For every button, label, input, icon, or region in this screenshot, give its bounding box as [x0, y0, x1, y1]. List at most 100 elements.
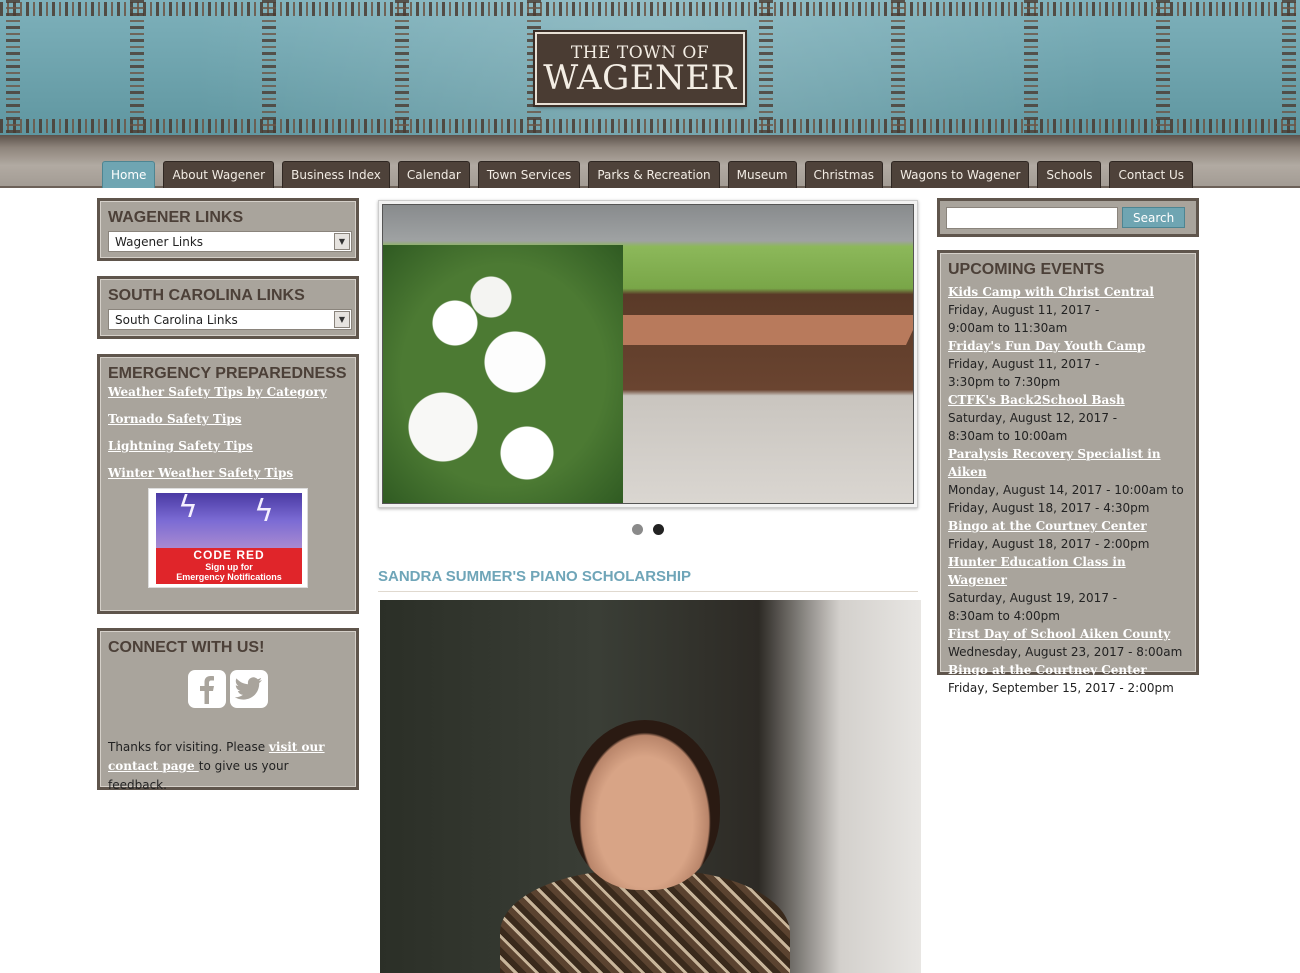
- header-ornament: [6, 0, 20, 135]
- lightning-image: ϟ ϟ: [156, 493, 302, 548]
- twitter-icon[interactable]: [230, 670, 268, 708]
- event-link[interactable]: Paralysis Recovery Specialist in Aiken: [948, 445, 1188, 481]
- code-red-label: CODE RED Sign up for Emergency Notificat…: [156, 548, 302, 584]
- sc-links-selected: South Carolina Links: [115, 312, 238, 327]
- code-red-sub1: Sign up for: [205, 562, 253, 572]
- nav-item-wagons[interactable]: Wagons to Wagener: [891, 161, 1030, 188]
- header-ornament: [395, 0, 409, 135]
- wagener-links-title: WAGENER LINKS: [108, 209, 244, 226]
- event-link[interactable]: Hunter Education Class in Wagener: [948, 553, 1188, 589]
- event-item: Kids Camp with Christ Central Friday, Au…: [948, 283, 1188, 337]
- image-slider[interactable]: [378, 200, 918, 508]
- event-date: Friday, August 11, 2017 -: [948, 303, 1100, 317]
- events-title: UPCOMING EVENTS: [948, 261, 1105, 278]
- social-links: [108, 670, 348, 708]
- event-date: Wednesday, August 23, 2017 - 8:00am: [948, 645, 1183, 659]
- event-link[interactable]: Bingo at the Courtney Center: [948, 661, 1188, 679]
- wagener-links-selected: Wagener Links: [115, 234, 204, 249]
- dropdown-arrow-icon[interactable]: ▼: [334, 311, 350, 328]
- article-title[interactable]: SANDRA SUMMER'S PIANO SCHOLARSHIP: [378, 568, 918, 592]
- emergency-box: EMERGENCY PREPAREDNESS Weather Safety Ti…: [97, 354, 359, 614]
- event-link[interactable]: First Day of School Aiken County: [948, 625, 1188, 643]
- emergency-link[interactable]: Weather Safety Tips by Category: [108, 384, 348, 401]
- event-link[interactable]: Bingo at the Courtney Center: [948, 517, 1188, 535]
- slider-dot-2[interactable]: [653, 524, 664, 535]
- sc-links-box: SOUTH CAROLINA LINKS South Carolina Link…: [97, 276, 359, 339]
- header-ornament: [262, 0, 276, 135]
- nav-item-home[interactable]: Home: [102, 161, 156, 188]
- event-date: Friday, August 18, 2017 - 2:00pm: [948, 537, 1150, 551]
- code-red-sub2: Emergency Notifications: [176, 572, 282, 582]
- wagener-links-select[interactable]: Wagener Links ▼: [108, 231, 352, 252]
- search-button[interactable]: Search: [1122, 207, 1186, 228]
- lightning-bolt-icon: ϟ: [254, 494, 274, 529]
- event-link[interactable]: Friday's Fun Day Youth Camp: [948, 337, 1188, 355]
- header-ornament: [1156, 0, 1170, 135]
- nav-item-museum[interactable]: Museum: [727, 161, 797, 188]
- event-link[interactable]: CTFK's Back2School Bash: [948, 391, 1188, 409]
- header-ornament: [1282, 0, 1296, 135]
- events-list: Kids Camp with Christ Central Friday, Au…: [948, 283, 1188, 697]
- header-ornament: [130, 0, 144, 135]
- search-input[interactable]: [946, 206, 1118, 229]
- connect-text: Thanks for visiting. Please visit our co…: [108, 738, 348, 795]
- event-link[interactable]: Kids Camp with Christ Central: [948, 283, 1188, 301]
- header-ornament: [0, 119, 1300, 133]
- event-time: 8:30am to 10:00am: [948, 429, 1068, 443]
- logo-main-text: WAGENER: [543, 58, 737, 98]
- nav-item-town-services[interactable]: Town Services: [477, 161, 581, 188]
- emergency-links: Weather Safety Tips by Category Tornado …: [108, 384, 348, 482]
- event-item: First Day of School Aiken County Wednesd…: [948, 625, 1188, 661]
- sc-links-select[interactable]: South Carolina Links ▼: [108, 309, 352, 330]
- event-item: Bingo at the Courtney Center Friday, Sep…: [948, 661, 1188, 697]
- facebook-icon[interactable]: [188, 670, 226, 708]
- site-logo[interactable]: THE TOWN OF WAGENER: [533, 30, 747, 107]
- lightning-bolt-icon: ϟ: [178, 493, 198, 525]
- nav-item-about[interactable]: About Wagener: [163, 161, 275, 188]
- connect-title: CONNECT WITH US!: [108, 639, 265, 656]
- nav-item-parks-recreation[interactable]: Parks & Recreation: [588, 161, 720, 188]
- code-red-banner[interactable]: ϟ ϟ CODE RED Sign up for Emergency Notif…: [148, 488, 308, 588]
- photo-face: [570, 720, 720, 890]
- event-date: Friday, August 11, 2017 -: [948, 357, 1100, 371]
- emergency-title: EMERGENCY PREPAREDNESS: [108, 365, 347, 382]
- header-ornament: [0, 2, 1300, 16]
- wagener-links-box: WAGENER LINKS Wagener Links ▼: [97, 198, 359, 261]
- nav-item-calendar[interactable]: Calendar: [397, 161, 470, 188]
- event-date: Friday, September 15, 2017 - 2:00pm: [948, 681, 1174, 695]
- slider-dot-1[interactable]: [632, 524, 643, 535]
- search-box: Search: [937, 198, 1199, 237]
- slider-dots: [632, 524, 664, 535]
- article-photo: [380, 600, 921, 973]
- nav-item-christmas[interactable]: Christmas: [804, 161, 884, 188]
- sc-links-title: SOUTH CAROLINA LINKS: [108, 287, 305, 304]
- event-item: Friday's Fun Day Youth Camp Friday, Augu…: [948, 337, 1188, 391]
- event-time: 3:30pm to 7:30pm: [948, 375, 1061, 389]
- event-time: 9:00am to 11:30am: [948, 321, 1068, 335]
- event-date: Saturday, August 19, 2017 -: [948, 591, 1118, 605]
- nav-item-contact[interactable]: Contact Us: [1109, 161, 1194, 188]
- event-time: 8:30am to 4:00pm: [948, 609, 1060, 623]
- event-item: Paralysis Recovery Specialist in Aiken M…: [948, 445, 1188, 517]
- event-item: Bingo at the Courtney Center Friday, Aug…: [948, 517, 1188, 553]
- emergency-link[interactable]: Winter Weather Safety Tips: [108, 465, 348, 482]
- event-item: CTFK's Back2School Bash Saturday, August…: [948, 391, 1188, 445]
- slide-flowers: [383, 245, 623, 503]
- code-red-title: CODE RED: [193, 548, 265, 562]
- event-date: Saturday, August 12, 2017 -: [948, 411, 1118, 425]
- site-header: THE TOWN OF WAGENER: [0, 0, 1300, 135]
- header-ornament: [759, 0, 773, 135]
- event-date: Monday, August 14, 2017 - 10:00am to: [948, 483, 1184, 497]
- emergency-link[interactable]: Tornado Safety Tips: [108, 411, 348, 428]
- nav-item-business-index[interactable]: Business Index: [282, 161, 390, 188]
- event-item: Hunter Education Class in Wagener Saturd…: [948, 553, 1188, 625]
- main-nav: Home About Wagener Business Index Calend…: [102, 161, 1194, 188]
- header-ornament: [1024, 0, 1038, 135]
- nav-item-schools[interactable]: Schools: [1037, 161, 1102, 188]
- connect-box: CONNECT WITH US! Thanks for visiting. Pl…: [97, 628, 359, 792]
- event-time: Friday, August 18, 2017 - 4:30pm: [948, 501, 1150, 515]
- connect-text-before: Thanks for visiting. Please: [108, 740, 269, 754]
- dropdown-arrow-icon[interactable]: ▼: [334, 233, 350, 250]
- emergency-link[interactable]: Lightning Safety Tips: [108, 438, 348, 455]
- header-ornament: [891, 0, 905, 135]
